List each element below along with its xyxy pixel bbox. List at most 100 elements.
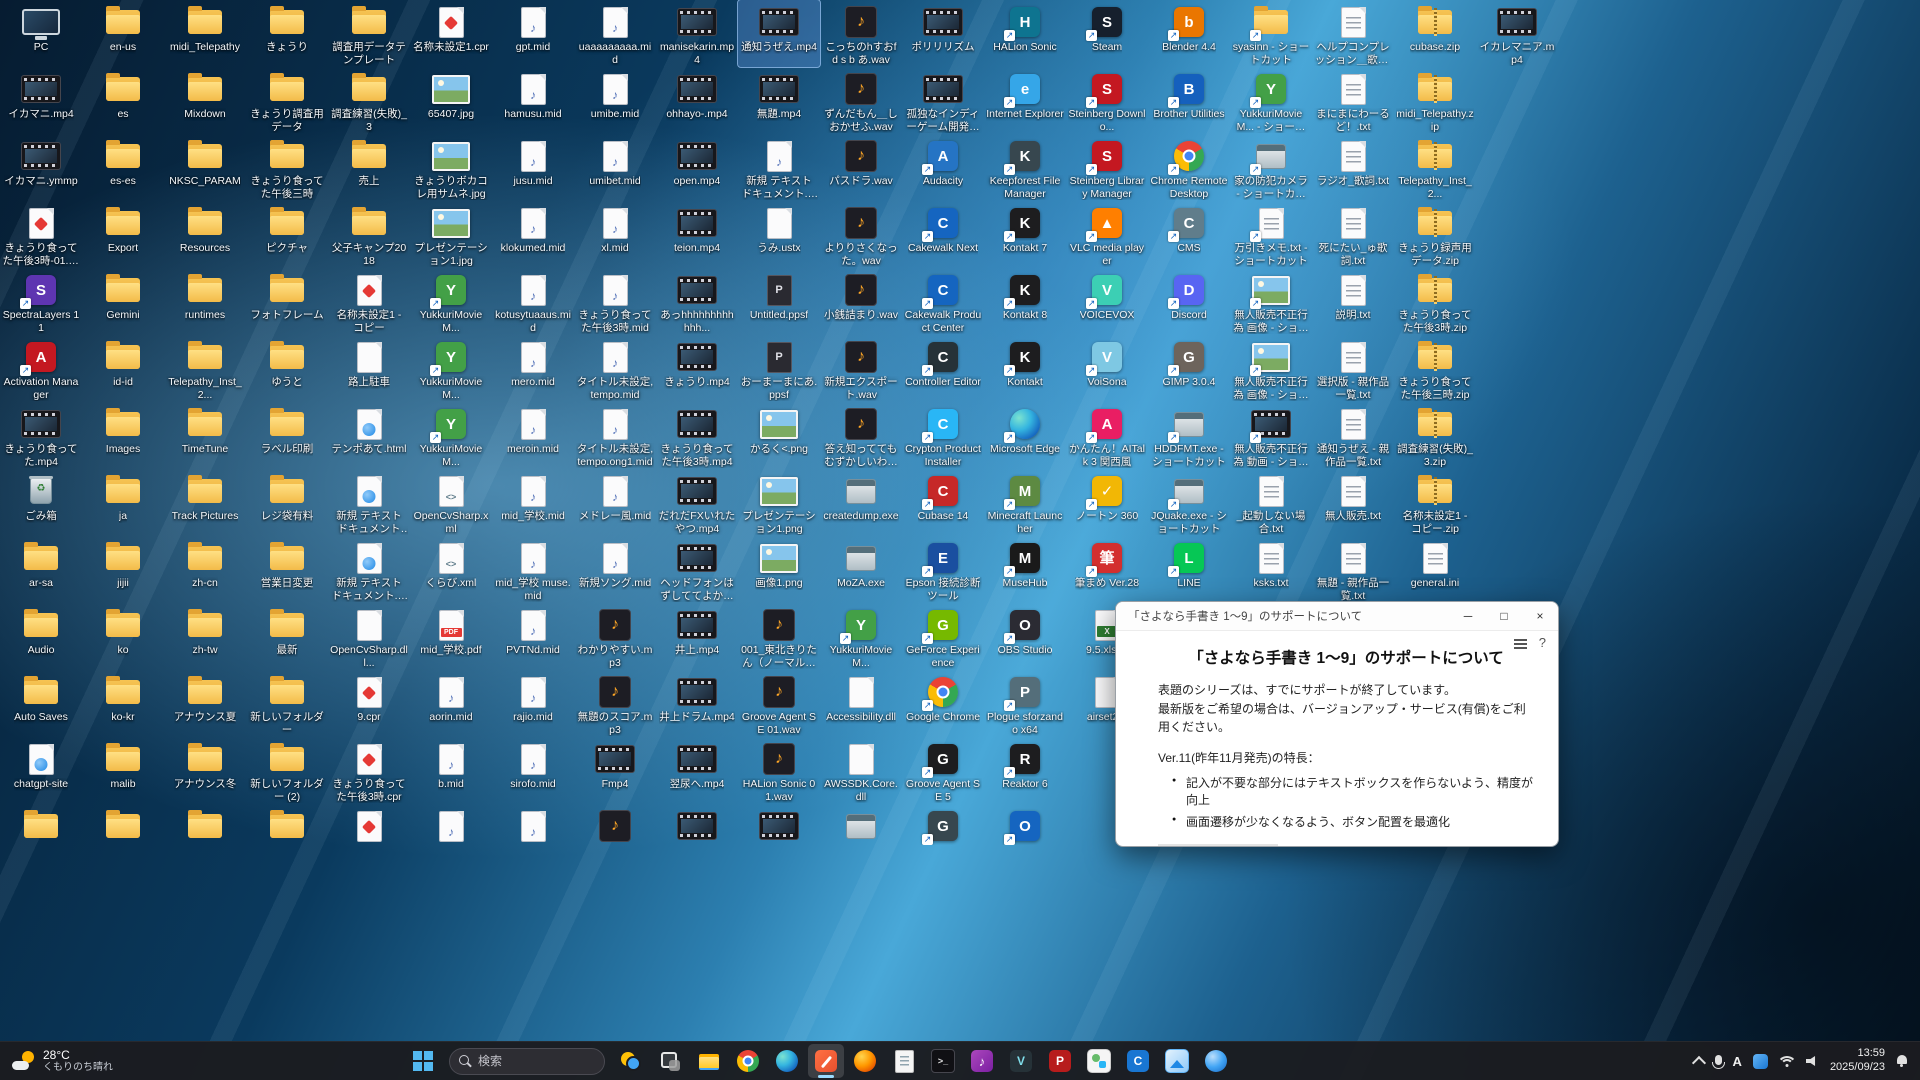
desktop-icon[interactable]: L↗LINE [1148, 536, 1230, 603]
desktop-icon[interactable]: C↗CMS [1148, 201, 1230, 268]
desktop-icon[interactable]: 001_東北きりたん（ノーマル）_てひゃ... [738, 603, 820, 670]
volume-icon[interactable] [1806, 1055, 1819, 1067]
desktop-icon[interactable]: S↗Steinberg Downlo... [1066, 67, 1148, 134]
desktop-icon[interactable]: ↗syasinn - ショートカット [1230, 0, 1312, 67]
desktop-icon[interactable]: きょうり食ってた午後3時.mid [574, 268, 656, 335]
notification-bell-icon[interactable] [1896, 1054, 1908, 1068]
desktop-icon[interactable]: A↗Activation Manager [0, 335, 82, 402]
desktop-icon[interactable]: イカマニ.ymmp [0, 134, 82, 201]
desktop-icon[interactable]: ラベル印刷 [246, 402, 328, 469]
desktop-icon[interactable]: 井上.mp4 [656, 603, 738, 670]
music-app-icon[interactable] [964, 1044, 1000, 1078]
desktop-icon[interactable] [246, 804, 328, 845]
desktop-icon[interactable]: G↗GIMP 3.0.4 [1148, 335, 1230, 402]
desktop-icon[interactable]: TimeTune [164, 402, 246, 469]
desktop-icon[interactable]: 新規ソング.mid [574, 536, 656, 603]
desktop-icon[interactable]: OpenCvSharp.xml [410, 469, 492, 536]
v-app-icon[interactable] [1003, 1044, 1039, 1078]
desktop-icon[interactable]: en-us [82, 0, 164, 67]
desktop-icon[interactable]: C↗Cakewalk Product Center [902, 268, 984, 335]
code-app-icon[interactable] [1120, 1044, 1156, 1078]
desktop-icon[interactable]: malib [82, 737, 164, 804]
desktop-icon[interactable]: 画像1.png [738, 536, 820, 603]
desktop-icon[interactable]: zh-cn [164, 536, 246, 603]
desktop-icon[interactable]: R↗Reaktor 6 [984, 737, 1066, 804]
desktop-icon[interactable]: 新規エクスポート.wav [820, 335, 902, 402]
desktop-icon[interactable]: アナウンス夏 [164, 670, 246, 737]
desktop-icon[interactable]: Y↗YukkuriMovieM... [410, 402, 492, 469]
desktop-icon[interactable]: A↗かんたん！AITalk 3 関西風 [1066, 402, 1148, 469]
desktop-icon[interactable]: 新規 テキスト ドキュメント.musicxml [738, 134, 820, 201]
desktop-icon[interactable]: K↗Keepforest File Manager [984, 134, 1066, 201]
desktop-icon[interactable]: rajio.mid [492, 670, 574, 737]
desktop-icon[interactable]: Resources [164, 201, 246, 268]
desktop-icon[interactable]: きょうり [246, 0, 328, 67]
desktop-icon[interactable]: Auto Saves [0, 670, 82, 737]
desktop-icon[interactable]: mid_学校 muse.mid [492, 536, 574, 603]
desktop-icon[interactable]: ↗Google Chrome [902, 670, 984, 737]
desktop-icon[interactable]: S↗SpectraLayers 11 [0, 268, 82, 335]
desktop-icon[interactable]: 翌尿へ.mp4 [656, 737, 738, 804]
desktop-icon[interactable]: ↗無人販売不正行為 動画 - ショートカット [1230, 402, 1312, 469]
desktop-icon[interactable]: Groove Agent SE 01.wav [738, 670, 820, 737]
desktop-icon[interactable]: 死にたい_ゅ歌詞.txt [1312, 201, 1394, 268]
desktop-icon[interactable]: V↗VOICEVOX [1066, 268, 1148, 335]
desktop-icon[interactable]: ゆうと [246, 335, 328, 402]
desktop-icon[interactable]: ko-kr [82, 670, 164, 737]
taskbar-search[interactable] [449, 1048, 605, 1075]
desktop-icon[interactable]: ✓↗ノートン 360 [1066, 469, 1148, 536]
desktop-icon[interactable]: 路上駐車 [328, 335, 410, 402]
desktop-icon[interactable]: プレゼンテーション1.jpg [410, 201, 492, 268]
desktop-icon[interactable]: ポリリリズム [902, 0, 984, 67]
desktop-icon[interactable]: 説明.txt [1312, 268, 1394, 335]
desktop-icon[interactable]: 名称未設定1 - コピー.zip [1394, 469, 1476, 536]
desktop-icon[interactable]: kotusytuaaus.mid [492, 268, 574, 335]
desktop-icon[interactable]: Y↗YukkuriMovieM... - ショートカット [1230, 67, 1312, 134]
desktop-icon[interactable]: レジ袋有料 [246, 469, 328, 536]
desktop-icon[interactable]: Y↗YukkuriMovieM... [410, 268, 492, 335]
desktop-icon[interactable]: きょうり食ってた午後3時.cpr [328, 737, 410, 804]
desktop-icon[interactable]: ko [82, 603, 164, 670]
desktop-icon[interactable]: まにまにわーるど！.txt [1312, 67, 1394, 134]
ime-mode-indicator[interactable]: A [1733, 1054, 1742, 1069]
desktop-icon[interactable]: jijii [82, 536, 164, 603]
desktop-icon[interactable]: id-id [82, 335, 164, 402]
desktop-icon[interactable]: きょうり食ってた午後3時.mp4 [656, 402, 738, 469]
desktop-icon[interactable]: sirofo.mid [492, 737, 574, 804]
desktop-icon[interactable]: パスドラ.wav [820, 134, 902, 201]
desktop-icon[interactable]: ohhayo-.mp4 [656, 67, 738, 134]
desktop-icon[interactable]: teion.mp4 [656, 201, 738, 268]
desktop-icon[interactable]: 無題のスコア.mp3 [574, 670, 656, 737]
desktop-icon[interactable]: 父子キャンプ2018 [328, 201, 410, 268]
desktop-icon[interactable] [164, 804, 246, 845]
desktop-icon[interactable]: G↗GeForce Experience [902, 603, 984, 670]
desktop-icon[interactable]: ヘッドフォンはずしててよかったね.mp4 [656, 536, 738, 603]
desktop-icon[interactable]: S↗Steam [1066, 0, 1148, 67]
sphere-app-icon[interactable] [1198, 1044, 1234, 1078]
desktop-icon[interactable]: C↗Controller Editor [902, 335, 984, 402]
desktop-icon[interactable]: 最新 [246, 603, 328, 670]
desktop-icon[interactable]: b↗Blender 4.4 [1148, 0, 1230, 67]
desktop-icon[interactable]: Accessibility.dll [820, 670, 902, 737]
weather-widget[interactable]: 28°C くもりのち晴れ [0, 1042, 125, 1080]
desktop-icon[interactable]: かるく<.png [738, 402, 820, 469]
desktop-icon[interactable]: 答え知っててもむずかしいわこれ.wav [820, 402, 902, 469]
desktop-icon[interactable]: zh-tw [164, 603, 246, 670]
desktop-icon[interactable]: M↗Minecraft Launcher [984, 469, 1066, 536]
desktop-icon[interactable]: B↗Brother Utilities [1148, 67, 1230, 134]
desktop-icon[interactable]: 井上ドラム.mp4 [656, 670, 738, 737]
paint-app-icon[interactable] [808, 1044, 844, 1078]
desktop-icon[interactable]: Pおーまーまにあ.ppsf [738, 335, 820, 402]
desktop-icon[interactable]: きょうり食ってた午後三時 [246, 134, 328, 201]
desktop-icon[interactable]: 名称未設定1.cpr [410, 0, 492, 67]
desktop-icon[interactable]: umibe.mid [574, 67, 656, 134]
desktop-icon[interactable]: uaaaaaaaaa.mid [574, 0, 656, 67]
desktop-icon[interactable]: H↗HALion Sonic [984, 0, 1066, 67]
hidden-icons-chevron-icon[interactable] [1691, 1055, 1705, 1069]
desktop-icon[interactable]: klokumed.mid [492, 201, 574, 268]
desktop-icon[interactable]: Telepathy_Inst_2... [164, 335, 246, 402]
desktop-icon[interactable]: K↗Kontakt 7 [984, 201, 1066, 268]
desktop-icon[interactable]: meroin.mid [492, 402, 574, 469]
desktop-icon[interactable]: ↗JQuake.exe - ショートカット [1148, 469, 1230, 536]
desktop-icon[interactable]: 選択版 - 親作品一覧.txt [1312, 335, 1394, 402]
